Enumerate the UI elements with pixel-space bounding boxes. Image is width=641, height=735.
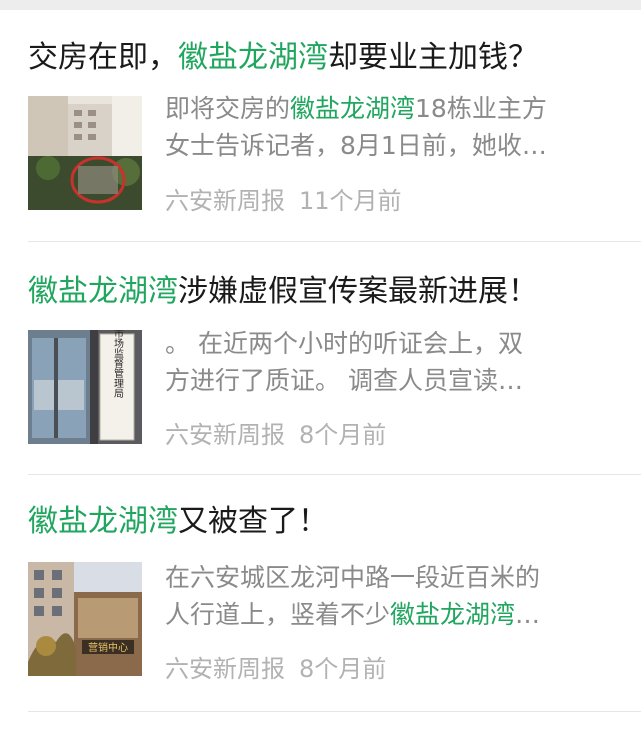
sign-text: 营销中心 [88, 641, 128, 654]
article-meta: 六安新周报 11个月前 [165, 184, 402, 218]
article-time: 8个月前 [299, 421, 387, 449]
digest-line: 人行道上，竖着不少徽盐龙湖湾… [165, 600, 541, 629]
article-time: 11个月前 [299, 187, 402, 215]
title-highlight: 徽盐龙湖湾 [178, 40, 328, 75]
digest-line: 女士告诉记者，8月1日前，她收… [165, 131, 547, 160]
article-meta: 六安新周报 8个月前 [165, 418, 386, 452]
article-source: 六安新周报 [165, 187, 285, 215]
title-text: 涉嫌虚假宣传案最新进展！ [178, 274, 538, 309]
article-time: 8个月前 [299, 655, 387, 683]
article-digest: 。 在近两个小时的听证会上，双 方进行了质证。 调查人员宣读… [165, 325, 615, 399]
digest-line: 方进行了质证。 调查人员宣读… [165, 366, 523, 395]
article-meta: 六安新周报 8个月前 [165, 652, 386, 686]
article-thumbnail[interactable] [28, 96, 142, 210]
article-thumbnail[interactable]: 营销中心 [28, 562, 142, 676]
article-digest: 即将交房的徽盐龙湖湾18栋业主方 女士告诉记者，8月1日前，她收… [165, 90, 615, 164]
title-text: 却要业主加钱？ [328, 40, 538, 75]
article-item-3[interactable]: 徽盐龙湖湾又被查了！ 营销中心 在六安城区龙河中路一段近百米的 人行道上，竖着不… [0, 474, 641, 711]
divider [28, 711, 641, 712]
building-model-photo-icon [28, 96, 142, 210]
title-text: 又被查了！ [178, 504, 328, 539]
title-highlight: 徽盐龙湖湾 [28, 274, 178, 309]
article-digest: 在六安城区龙河中路一段近百米的 人行道上，竖着不少徽盐龙湖湾… [165, 559, 615, 633]
article-title[interactable]: 徽盐龙湖湾涉嫌虚假宣传案最新进展！ [28, 272, 538, 312]
digest-line: 。 在近两个小时的听证会上，双 [165, 329, 523, 358]
digest-line: 即将交房的徽盐龙湖湾18栋业主方 [165, 94, 547, 123]
title-highlight: 徽盐龙湖湾 [28, 504, 178, 539]
article-item-2[interactable]: 徽盐龙湖湾涉嫌虚假宣传案最新进展！ 六安市市场监督管理局 。 在近两个小时的听证… [0, 242, 641, 474]
digest-line: 在六安城区龙河中路一段近百米的 [165, 563, 541, 592]
article-title[interactable]: 徽盐龙湖湾又被查了！ [28, 502, 328, 542]
office-door-sign-photo-icon: 六安市市场监督管理局 [28, 330, 142, 444]
title-text: 交房在即， [28, 40, 178, 75]
article-item-1[interactable]: 交房在即，徽盐龙湖湾却要业主加钱？ 即将交房的徽盐龙湖湾18栋业主方 女士告诉记… [0, 0, 641, 242]
article-source: 六安新周报 [165, 421, 285, 449]
sign-text: 六安市市场监督管理局 [112, 330, 124, 399]
sales-center-photo-icon: 营销中心 [28, 562, 142, 676]
article-thumbnail[interactable]: 六安市市场监督管理局 [28, 330, 142, 444]
article-title[interactable]: 交房在即，徽盐龙湖湾却要业主加钱？ [28, 38, 538, 78]
article-source: 六安新周报 [165, 655, 285, 683]
